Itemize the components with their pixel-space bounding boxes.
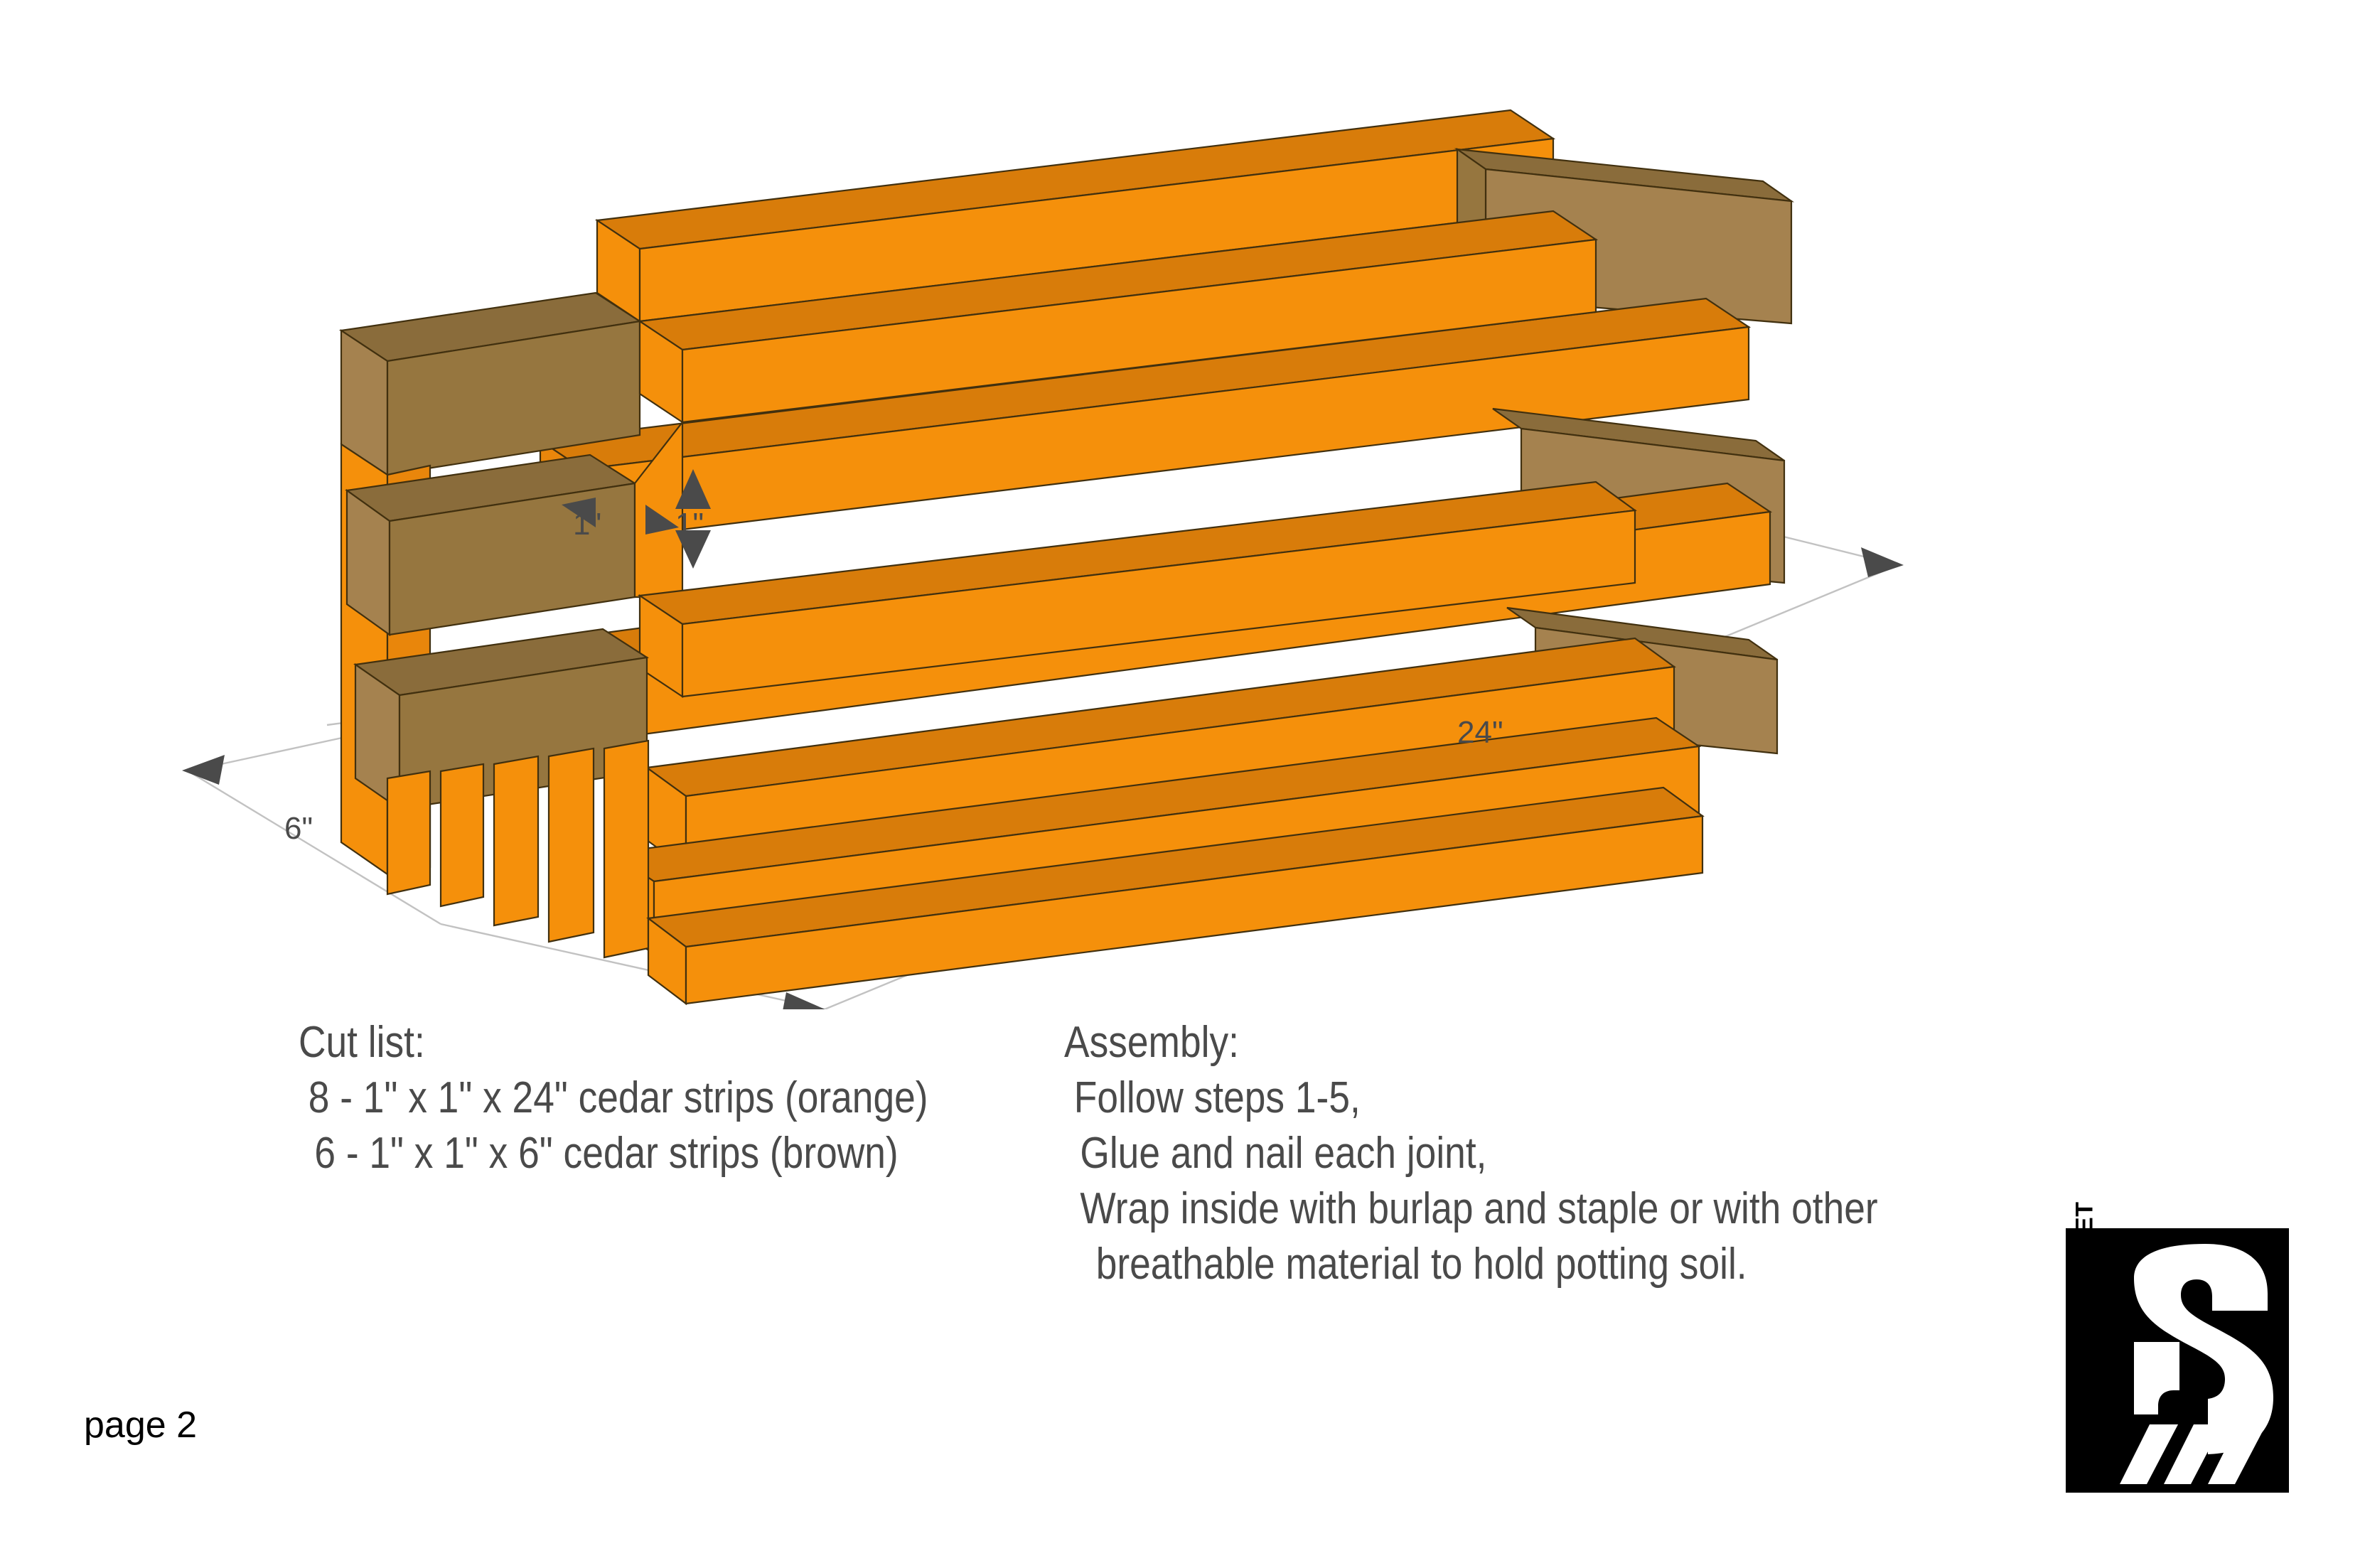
- stoneandsons-logo[interactable]: STONEANDSONS.NET: [2033, 1202, 2289, 1498]
- cut-list-item-2: 6 - 1" x 1" x 6" cedar strips (brown): [314, 1129, 899, 1178]
- dimension-label-width: 1": [675, 507, 704, 542]
- assembly-item-1: Follow steps 1-5,: [1073, 1073, 1361, 1122]
- assembly-item-4: breathable material to hold potting soil…: [1095, 1240, 1747, 1289]
- dimension-label-length: 24": [1457, 715, 1503, 750]
- planter-svg: .oF { fill:#F5900B; } .oT { fill:#D87C0A…: [0, 0, 2365, 1009]
- logo-s-icon: [2120, 1244, 2273, 1484]
- cut-list-heading: Cut list:: [299, 1018, 425, 1067]
- dimension-label-depth: 6": [284, 811, 313, 846]
- page-number: page 2: [84, 1405, 198, 1446]
- cut-list-item-1: 8 - 1" x 1" x 24" cedar strips (orange): [308, 1073, 928, 1122]
- planter-isometric-drawing: .oF { fill:#F5900B; } .oT { fill:#D87C0A…: [0, 0, 2365, 1009]
- assembly-item-3: Wrap inside with burlap and staple or wi…: [1080, 1184, 1878, 1233]
- assembly-item-2: Glue and nail each joint,: [1080, 1129, 1487, 1178]
- plan-page: STEP 1 Window Planter .oF { fill:#F5900B…: [0, 0, 2365, 1568]
- assembly-heading: Assembly:: [1064, 1018, 1239, 1067]
- assembly-block: Assembly: Follow steps 1-5, Glue and nai…: [1064, 1015, 1878, 1292]
- dimension-label-thickness: 1": [573, 507, 601, 542]
- cut-list-block: Cut list: 8 - 1" x 1" x 24" cedar strips…: [299, 1015, 928, 1181]
